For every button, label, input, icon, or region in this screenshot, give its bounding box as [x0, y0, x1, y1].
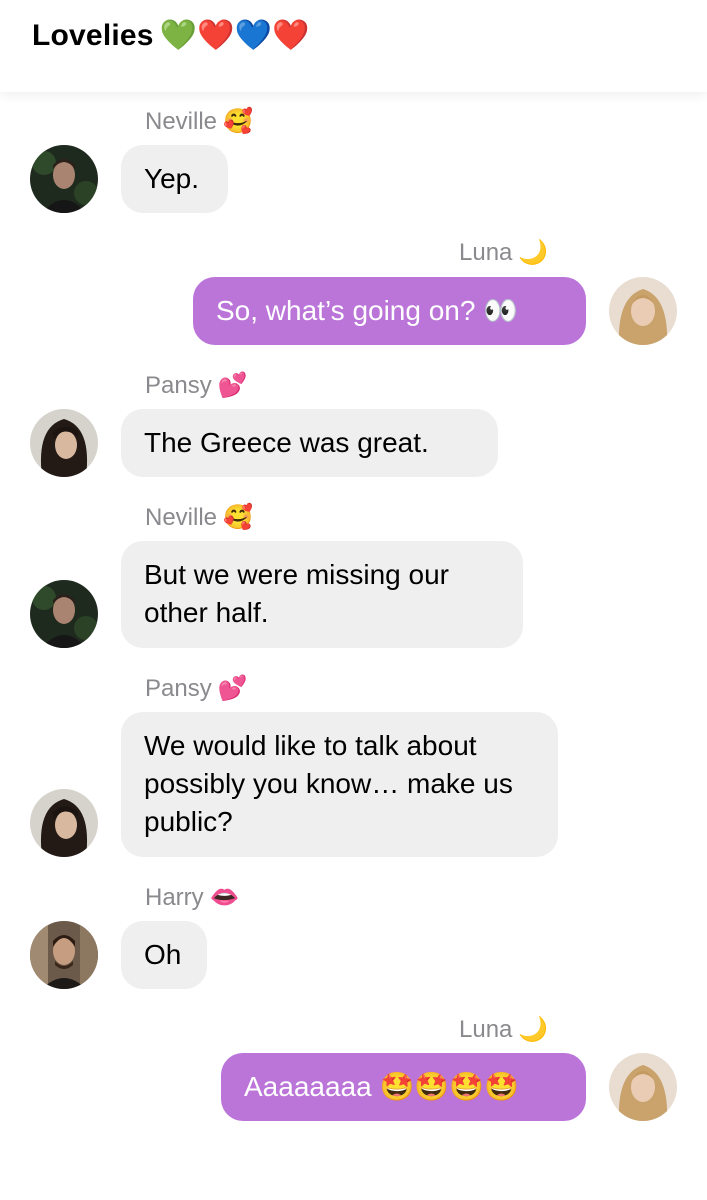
message-bubble[interactable]: The Greece was great.	[121, 409, 498, 477]
message-text: Oh	[144, 939, 182, 970]
avatar-neville[interactable]	[30, 145, 98, 213]
sender-emoji: 🥰	[223, 108, 253, 135]
sender-name: Neville 🥰	[145, 107, 253, 136]
avatar-pansy[interactable]	[30, 409, 98, 477]
chat-title[interactable]: Lovelies 💚❤️💙❤️	[32, 18, 310, 53]
sender-emoji: 🌙	[518, 239, 549, 266]
sender-name: Harry 👄	[145, 883, 240, 912]
sender-name-text: Pansy	[145, 372, 212, 399]
sender-name-text: Neville	[145, 504, 218, 531]
message-bubble[interactable]: So, what’s going on? 👀	[193, 277, 586, 345]
avatar-luna[interactable]	[609, 1053, 677, 1121]
sender-name-text: Luna	[459, 1016, 513, 1043]
sender-name: Luna 🌙	[459, 238, 548, 267]
message-bubble[interactable]: But we were missing our other half.	[121, 541, 523, 648]
sender-name-text: Neville	[145, 108, 218, 135]
message-bubble[interactable]: Aaaaaaaa 🤩🤩🤩🤩	[221, 1053, 586, 1121]
chat-header: Lovelies 💚❤️💙❤️	[0, 0, 707, 92]
sender-name: Pansy 💕	[145, 371, 248, 400]
sender-emoji: 🥰	[223, 504, 253, 531]
sender-name: Pansy 💕	[145, 674, 248, 703]
sender-name-text: Pansy	[145, 675, 212, 702]
avatar-neville[interactable]	[30, 580, 98, 648]
message-text: The Greece was great.	[144, 427, 429, 458]
message-text: Aaaaaaaa 🤩🤩🤩🤩	[244, 1071, 519, 1102]
sender-name: Neville 🥰	[145, 503, 253, 532]
message-text: So, what’s going on? 👀	[216, 295, 519, 326]
message-text: But we were missing our other half.	[144, 559, 450, 628]
message-bubble[interactable]: We would like to talk about possibly you…	[121, 712, 558, 857]
avatar-harry[interactable]	[30, 921, 98, 989]
message-bubble[interactable]: Yep.	[121, 145, 228, 213]
sender-emoji: 🌙	[518, 1016, 549, 1043]
chat-title-text: Lovelies	[32, 19, 154, 52]
sender-emoji: 👄	[209, 884, 240, 911]
message-bubble[interactable]: Oh	[121, 921, 207, 989]
avatar-pansy[interactable]	[30, 789, 98, 857]
sender-name-text: Luna	[459, 239, 513, 266]
sender-name: Luna 🌙	[459, 1015, 548, 1044]
chat-title-emojis: 💚❤️💙❤️	[159, 19, 310, 52]
sender-emoji: 💕	[217, 372, 248, 399]
message-text: We would like to talk about possibly you…	[144, 730, 513, 837]
sender-emoji: 💕	[217, 675, 248, 702]
avatar-luna[interactable]	[609, 277, 677, 345]
message-text: Yep.	[144, 163, 200, 194]
sender-name-text: Harry	[145, 884, 204, 911]
